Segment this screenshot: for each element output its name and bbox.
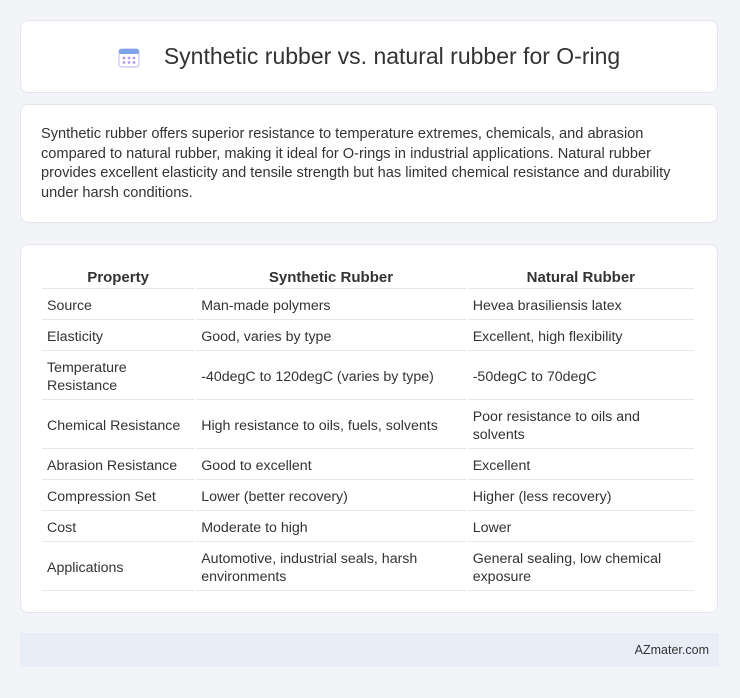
natural-cell: Higher (less recovery): [467, 482, 694, 511]
column-header-synthetic: Synthetic Rubber: [196, 264, 466, 289]
synthetic-cell: Good, varies by type: [196, 322, 466, 351]
property-cell: Applications: [42, 544, 195, 591]
footer: AZmater.com: [20, 633, 719, 667]
table-row: Applications Automotive, industrial seal…: [42, 544, 694, 591]
property-cell: Chemical Resistance: [42, 402, 195, 449]
calendar-icon: [118, 46, 140, 68]
natural-cell: Lower: [467, 513, 694, 542]
synthetic-cell: -40degC to 120degC (varies by type): [196, 353, 466, 400]
synthetic-cell: High resistance to oils, fuels, solvents: [196, 402, 466, 449]
table-header-row: Property Synthetic Rubber Natural Rubber: [42, 264, 694, 289]
natural-cell: Excellent: [467, 451, 694, 480]
natural-cell: Hevea brasiliensis latex: [467, 291, 694, 320]
property-cell: Abrasion Resistance: [42, 451, 195, 480]
comparison-table-card: Property Synthetic Rubber Natural Rubber…: [20, 244, 718, 613]
property-cell: Elasticity: [42, 322, 195, 351]
property-cell: Temperature Resistance: [42, 353, 195, 400]
page-title: Synthetic rubber vs. natural rubber for …: [163, 43, 621, 69]
synthetic-cell: Good to excellent: [196, 451, 466, 480]
footer-site-name: AZmater.com: [634, 643, 709, 657]
property-cell: Cost: [42, 513, 195, 542]
property-cell: Source: [42, 291, 195, 320]
synthetic-cell: Automotive, industrial seals, harsh envi…: [196, 544, 466, 591]
table-row: Source Man-made polymers Hevea brasilien…: [42, 291, 694, 320]
synthetic-cell: Man-made polymers: [196, 291, 466, 320]
column-header-natural: Natural Rubber: [467, 264, 694, 289]
summary-card: Synthetic rubber offers superior resista…: [20, 104, 718, 223]
natural-cell: General sealing, low chemical exposure: [467, 544, 694, 591]
table-row: Cost Moderate to high Lower: [42, 513, 694, 542]
summary-text: Synthetic rubber offers superior resista…: [41, 126, 671, 201]
table-row: Temperature Resistance -40degC to 120deg…: [42, 353, 694, 400]
synthetic-cell: Lower (better recovery): [196, 482, 466, 511]
natural-cell: Excellent, high flexibility: [467, 322, 694, 351]
table-row: Chemical Resistance High resistance to o…: [42, 402, 694, 449]
table-row: Elasticity Good, varies by type Excellen…: [42, 322, 694, 351]
title-card: Synthetic rubber vs. natural rubber for …: [20, 20, 718, 93]
table-row: Compression Set Lower (better recovery) …: [42, 482, 694, 511]
column-header-property: Property: [42, 264, 195, 289]
natural-cell: -50degC to 70degC: [467, 353, 694, 400]
synthetic-cell: Moderate to high: [196, 513, 466, 542]
natural-cell: Poor resistance to oils and solvents: [467, 402, 694, 449]
comparison-table: Property Synthetic Rubber Natural Rubber…: [40, 262, 696, 593]
table-row: Abrasion Resistance Good to excellent Ex…: [42, 451, 694, 480]
property-cell: Compression Set: [42, 482, 195, 511]
